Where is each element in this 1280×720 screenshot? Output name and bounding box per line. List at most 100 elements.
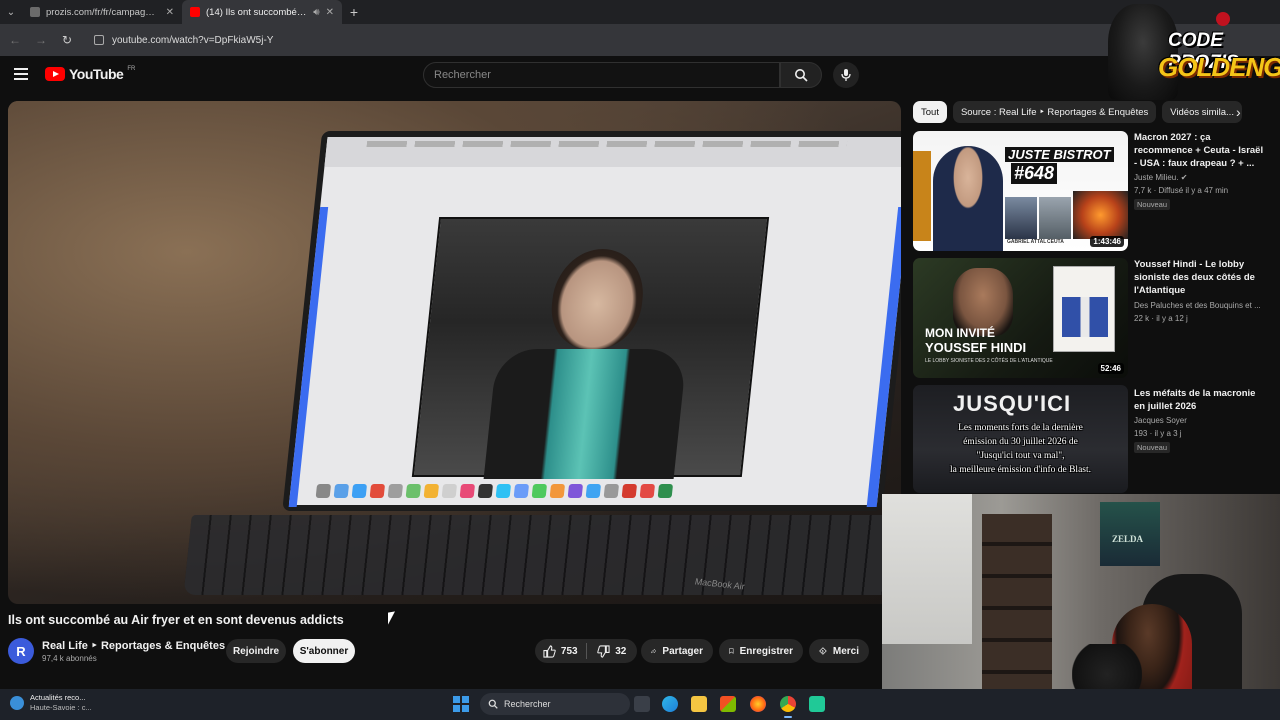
video-call-frame bbox=[411, 217, 770, 479]
browser-tab-youtube[interactable]: (14) Ils ont succombé au Ai... 🔊︎ ✕ bbox=[182, 0, 342, 24]
taskbar-search-label: Rechercher bbox=[504, 699, 551, 709]
firefox-icon[interactable] bbox=[750, 696, 766, 712]
channel-name[interactable]: Real Life ‣ Reportages & Enquêtes bbox=[42, 639, 225, 652]
app-icon[interactable] bbox=[809, 696, 825, 712]
video-duration: 1:43:46 bbox=[1090, 236, 1124, 247]
new-badge: Nouveau bbox=[1134, 199, 1171, 210]
youtube-wordmark: YouTube bbox=[69, 66, 124, 82]
browser-tab-prozis[interactable]: prozis.com/fr/fr/campagne/74... ✕ bbox=[22, 0, 182, 24]
super-thanks-icon: $ bbox=[819, 647, 827, 655]
news-widget-text: Actualités reco... Haute-Savoie : c... bbox=[30, 693, 92, 713]
youtube-logo[interactable]: YouTube FR bbox=[45, 66, 135, 82]
prozis-favicon-icon bbox=[30, 7, 40, 17]
tab-search-menu-icon[interactable]: ⌄ bbox=[0, 0, 22, 24]
screen-tabs bbox=[366, 141, 848, 147]
like-dislike-group: 753 32 bbox=[535, 639, 637, 663]
recommendation-item[interactable]: JUSTE BISTROT #648 GABRIEL ATTAL CEUTA 1… bbox=[913, 131, 1268, 251]
recommendation-item[interactable]: MON INVITÉ YOUSSEF HINDI LE LOBBY SIONIS… bbox=[913, 258, 1268, 378]
recommendation-channel[interactable]: Des Paluches et des Bouquins et ... bbox=[1134, 301, 1261, 310]
like-button[interactable]: 753 bbox=[535, 644, 586, 658]
back-icon[interactable]: ← bbox=[8, 33, 22, 47]
beer-glass bbox=[913, 151, 931, 241]
menu-icon[interactable] bbox=[14, 68, 28, 80]
streamer-webcam: ZELDA bbox=[882, 494, 1280, 720]
screen-edge-right bbox=[866, 207, 901, 507]
thumbnail-line-2: YOUSSEF HINDI bbox=[925, 340, 1027, 355]
task-view-icon[interactable] bbox=[634, 696, 650, 712]
chip-all[interactable]: Tout bbox=[913, 101, 947, 123]
ceuta-photo bbox=[1039, 197, 1071, 239]
video-thumbnail[interactable]: JUSTE BISTROT #648 GABRIEL ATTAL CEUTA 1… bbox=[913, 131, 1128, 251]
windows-taskbar: Actualités reco... Haute-Savoie : c... R… bbox=[0, 689, 1280, 720]
dislike-count: 32 bbox=[615, 645, 627, 657]
url-text: youtube.com/watch?v=DpFkiaW5j-Y bbox=[112, 34, 274, 46]
search-button[interactable] bbox=[780, 62, 822, 88]
recommendation-title[interactable]: Macron 2027 : ça recommence + Ceuta - Is… bbox=[1134, 131, 1264, 170]
subscriber-count: 97,4 k abonnés bbox=[42, 654, 97, 663]
poster-text: ZELDA bbox=[1112, 534, 1144, 544]
mouse-cursor-icon bbox=[388, 611, 395, 625]
url-field[interactable]: youtube.com/watch?v=DpFkiaW5j-Y bbox=[86, 28, 281, 52]
search-icon bbox=[795, 69, 808, 82]
thumbs-up-icon bbox=[543, 644, 556, 658]
recommendation-title[interactable]: Youssef Hindi - Le lobby sioniste des de… bbox=[1134, 258, 1264, 297]
video-thumbnail[interactable]: JUSQU'ICI Les moments forts de la derniè… bbox=[913, 385, 1128, 493]
save-label: Enregistrer bbox=[739, 645, 793, 657]
guest-photo bbox=[1005, 197, 1037, 239]
recommendation-channel[interactable]: Jacques Soyer bbox=[1134, 416, 1187, 425]
thanks-button[interactable]: $ Merci bbox=[809, 639, 869, 663]
voice-search-button[interactable] bbox=[833, 62, 859, 88]
chevron-right-icon[interactable]: › bbox=[1236, 104, 1241, 120]
share-label: Partager bbox=[662, 645, 703, 657]
bookmark-icon bbox=[729, 648, 734, 654]
laptop-screen bbox=[282, 131, 901, 511]
news-widget-subtitle: Haute-Savoie : c... bbox=[30, 703, 92, 712]
thumbnail-episode: #648 bbox=[1011, 163, 1058, 184]
video-thumbnail[interactable]: MON INVITÉ YOUSSEF HINDI LE LOBBY SIONIS… bbox=[913, 258, 1128, 378]
chrome-icon[interactable] bbox=[780, 696, 796, 718]
news-widget[interactable]: Actualités reco... Haute-Savoie : c... bbox=[10, 693, 92, 713]
join-button[interactable]: Rejoindre bbox=[226, 639, 286, 663]
windows-start-icon[interactable] bbox=[453, 696, 469, 712]
youtube-play-icon bbox=[45, 67, 65, 81]
verified-icon: ✔︎ bbox=[1180, 173, 1188, 182]
thumbnail-line: la meilleure émission d'info de Blast. bbox=[949, 465, 1091, 475]
file-explorer-icon[interactable] bbox=[691, 696, 707, 712]
close-tab-icon[interactable]: ✕ bbox=[326, 7, 334, 18]
host-photo bbox=[933, 146, 1003, 251]
search-icon bbox=[488, 699, 498, 709]
chip-similar[interactable]: Vidéos simila... bbox=[1162, 101, 1242, 123]
laptop: MacBook Air bbox=[183, 131, 901, 595]
dislike-button[interactable]: 32 bbox=[587, 644, 638, 658]
channel-label: Juste Milieu. bbox=[1134, 173, 1179, 182]
save-button[interactable]: Enregistrer bbox=[719, 639, 803, 663]
youtube-favicon-icon bbox=[190, 7, 200, 17]
store-icon[interactable] bbox=[720, 696, 736, 712]
chip-source[interactable]: Source : Real Life ‣ Reportages & Enquêt… bbox=[952, 101, 1157, 123]
speaker-icon[interactable]: 🔊︎ bbox=[313, 7, 319, 18]
share-button[interactable]: Partager bbox=[641, 639, 713, 663]
stream-logo-overlay: CODE PROZIS GOLDENG bbox=[1108, 4, 1280, 100]
recommendation-title[interactable]: Les méfaits de la macronie en juillet 20… bbox=[1134, 387, 1264, 413]
filter-chips: Tout Source : Real Life ‣ Reportages & E… bbox=[913, 101, 1253, 123]
reload-icon[interactable]: ↻ bbox=[60, 33, 74, 47]
recommendation-item[interactable]: JUSQU'ICI Les moments forts de la derniè… bbox=[913, 385, 1268, 495]
weather-icon bbox=[10, 696, 24, 710]
site-info-icon[interactable] bbox=[94, 35, 104, 45]
taskbar-search[interactable]: Rechercher bbox=[480, 693, 630, 715]
channel-avatar[interactable]: R bbox=[8, 638, 34, 664]
new-tab-button[interactable]: + bbox=[342, 4, 366, 20]
recommendation-channel[interactable]: Juste Milieu. ✔︎ bbox=[1134, 173, 1187, 182]
thumbnail-line: émission du 30 juillet 2026 de bbox=[963, 437, 1078, 447]
svg-text:$: $ bbox=[822, 649, 824, 653]
close-tab-icon[interactable]: ✕ bbox=[166, 7, 174, 18]
book-cover bbox=[1053, 266, 1115, 352]
edge-icon[interactable] bbox=[662, 696, 678, 712]
thumbnail-line: "Jusqu'ici tout va mal", bbox=[976, 451, 1065, 461]
share-icon bbox=[651, 648, 657, 654]
video-player[interactable]: MacBook Air bbox=[8, 101, 901, 604]
subscribe-button[interactable]: S'abonner bbox=[293, 639, 355, 663]
search-input[interactable] bbox=[424, 63, 779, 87]
forward-icon[interactable]: → bbox=[34, 33, 48, 47]
join-label: Rejoindre bbox=[232, 645, 280, 657]
